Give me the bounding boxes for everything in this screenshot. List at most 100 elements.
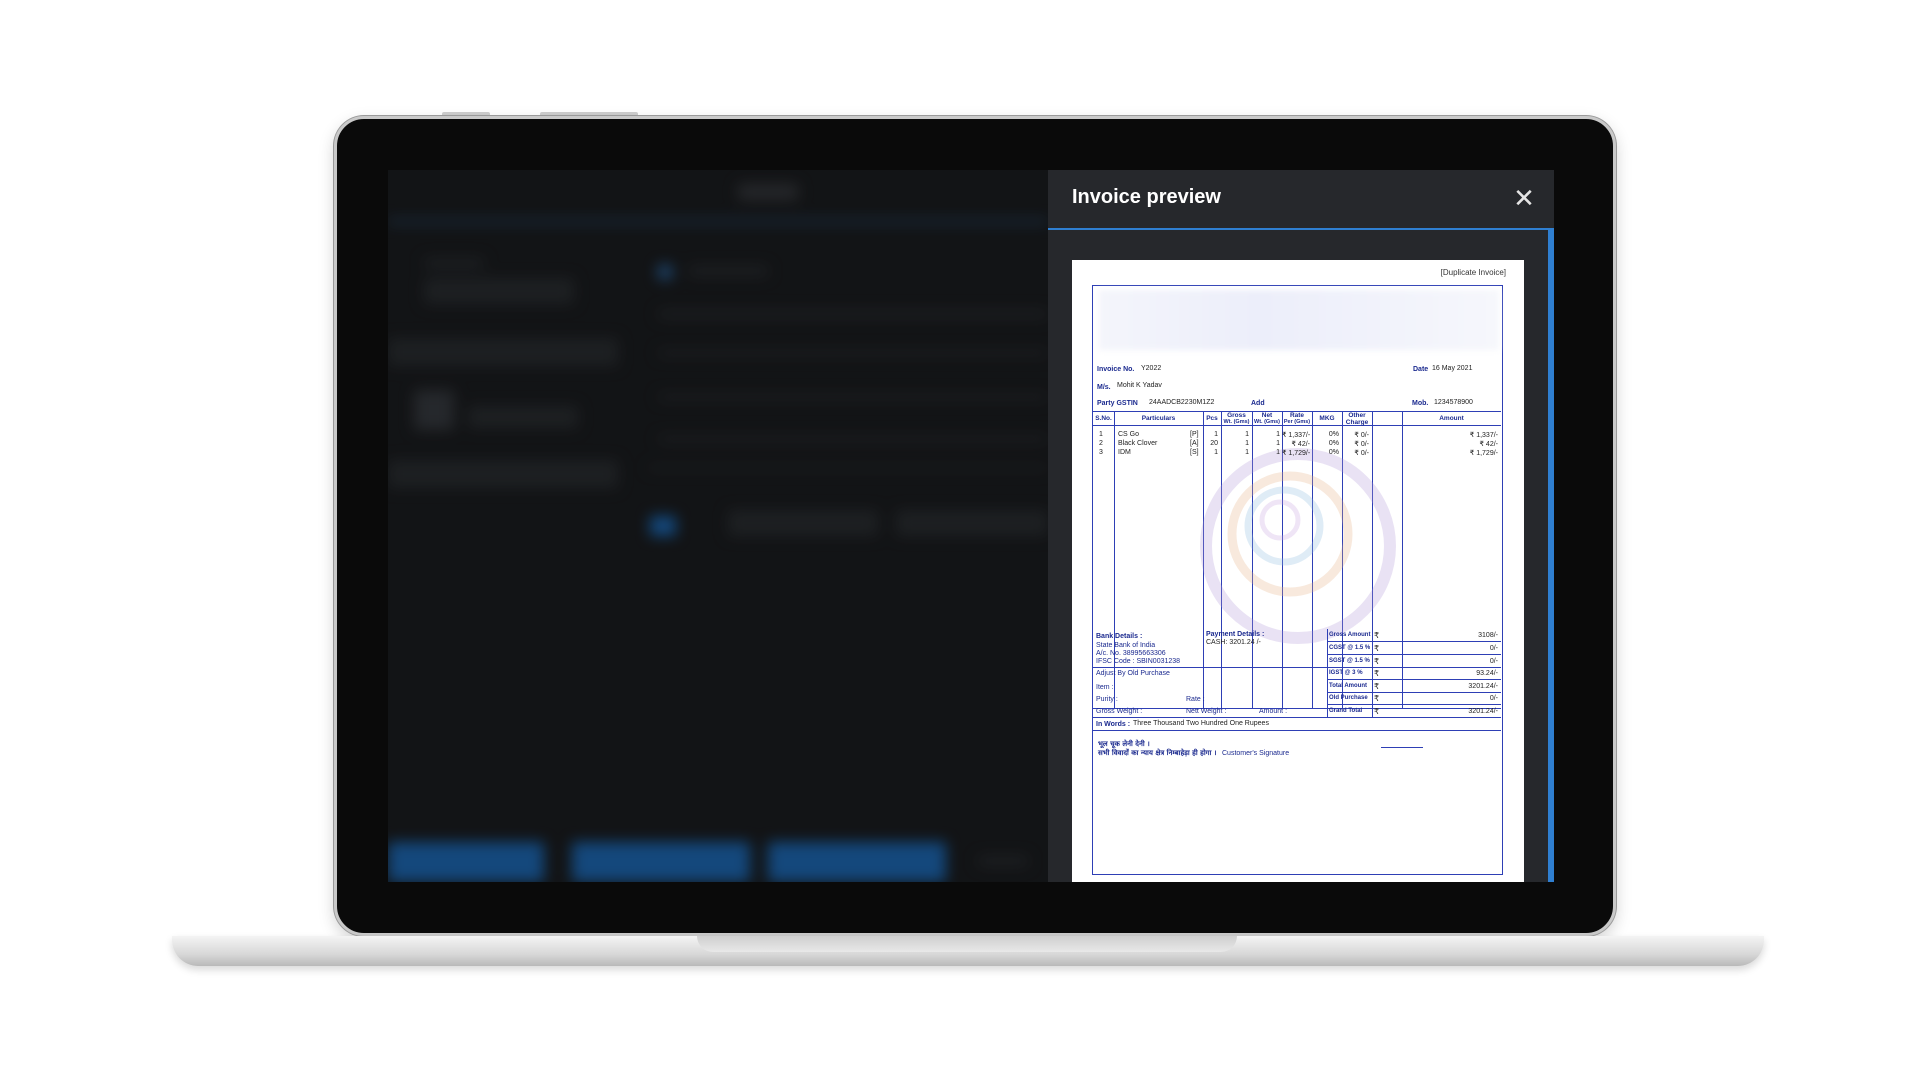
bank-heading: Bank Details : [1096,633,1143,640]
laptop-base [172,936,1764,966]
footer-rule [1093,667,1327,668]
old-purchase-gross-weight: Gross Weight : [1096,708,1143,715]
invoice-frame: Invoice No. Y2022 Date 16 May 2021 M/s. … [1092,285,1503,875]
invoice-preview-panel: Invoice preview ✕ [Duplicate Invoice] In… [1048,170,1554,882]
invoice-no: Y2022 [1141,365,1162,372]
old-purchase-item: Item : [1096,684,1114,691]
footer-rule [1327,654,1501,655]
item-pcs: 1 [1214,449,1218,456]
item-rate: ₹ 42/- [1291,441,1310,448]
hindi-line-2: सभी विवादों का न्याय क्षेत्र निम्बाहेड़ा… [1098,749,1217,757]
col-other-line2: Charge [1345,419,1369,426]
footer-rule [1327,641,1501,642]
item-net: 1 [1276,440,1280,447]
watermark-logo-icon [1200,448,1396,644]
background-app [388,170,1048,882]
blurred-company-header [1099,290,1499,350]
total-value: 93.24/- [1476,670,1498,677]
total-label: CGST @ 1.5 % [1329,645,1371,651]
date-label: Date [1413,366,1429,373]
item-other: ₹ 0/- [1354,432,1369,439]
invoice-document: [Duplicate Invoice] Invoice No. Y2022 Da… [1072,260,1524,882]
item-name: Black Clover [1118,440,1158,447]
scrollbar[interactable] [1548,230,1554,882]
duplicate-invoice-label: [Duplicate Invoice] [1440,268,1506,277]
old-purchase-purity: Purity : [1096,696,1118,703]
item-mkg: 0% [1328,449,1339,456]
col-rate: Rate Per (Gms) [1282,412,1312,426]
item-mkg: 0% [1328,431,1339,438]
total-label: SGST @ 1.5 % [1329,658,1370,664]
payment-heading: Payment Details : [1206,631,1265,638]
col-net-line2: Wt. (Gms) [1254,419,1280,425]
mob-label: Mob. [1412,400,1429,407]
total-label: Gross Amount [1329,632,1371,638]
item-sno: 1 [1099,431,1103,438]
col-pcs: Pcs [1206,415,1218,422]
old-purchase-heading: Adjust By Old Purchase [1096,670,1170,677]
item-tag: [P] [1190,431,1199,438]
invoice-date: 16 May 2021 [1432,365,1473,372]
item-amount: ₹ 1,729/- [1469,450,1498,457]
col-net: Net Wt. (Gms) [1252,412,1282,426]
in-words-label: In Words : [1096,721,1131,728]
item-gross: 1 [1245,440,1249,447]
col-gross-line1: Gross [1227,412,1246,419]
col-mkg: MKG [1319,415,1335,422]
old-purchase-nett-weight: Nett Weight : [1186,708,1227,715]
screen: Invoice preview ✕ [Duplicate Invoice] In… [388,170,1554,882]
item-rate: ₹ 1,337/- [1282,432,1311,439]
mob-value: 1234578900 [1434,399,1473,406]
footer-rule [1327,692,1501,693]
item-name: IDM [1118,449,1131,456]
item-net: 1 [1276,449,1280,456]
total-value: 0/- [1489,658,1498,665]
item-pcs: 1 [1214,431,1218,438]
signature-line [1381,747,1423,748]
item-amount: ₹ 42/- [1479,441,1498,448]
item-tag: [S] [1190,449,1199,456]
total-label: Old Purchase [1329,695,1368,701]
rupee-icon: ₹ [1374,644,1380,653]
col-amount: Amount [1439,415,1464,422]
invoice-no-label: Invoice No. [1097,366,1135,373]
total-label: IGST @ 3 % [1329,670,1363,676]
footer-rule [1327,704,1501,705]
col-rate-line1: Rate [1289,412,1305,419]
col-other: Other Charge [1342,412,1372,426]
customer-signature: Customer's Signature [1222,750,1290,757]
total-value: 0/- [1489,695,1498,702]
gstin-label: Party GSTIN [1097,400,1138,407]
rupee-icon: ₹ [1374,657,1380,666]
col-sno: S.No. [1095,415,1112,422]
laptop-notch [697,936,1237,952]
payment-line: CASH: 3201.24 /- [1206,639,1261,646]
footer-rule [1327,667,1501,668]
footer-rule [1203,629,1204,667]
total-label: Grand Total [1329,708,1363,714]
item-mkg: 0% [1328,440,1339,447]
close-icon[interactable]: ✕ [1510,184,1538,212]
item-gross: 1 [1245,431,1249,438]
item-net: 1 [1276,431,1280,438]
total-label: Total Amount [1329,683,1367,689]
old-purchase-rate: Rate : [1186,696,1205,703]
col-gross: Gross Wt. (Gms) [1221,412,1252,426]
old-purchase-amount: Amount : [1259,708,1288,715]
footer-rule [1093,717,1501,718]
bank-ifsc: IFSC Code : SBIN0031238 [1096,658,1181,665]
item-rate: ₹ 1,729/- [1282,450,1311,457]
total-value: 3108/- [1478,632,1498,639]
gstin-value: 24AADCB2230M1Z2 [1149,399,1215,406]
bank-name: State Bank of India [1096,642,1156,649]
rupee-icon: ₹ [1374,707,1380,716]
rupee-icon: ₹ [1374,682,1380,691]
item-tag: [A] [1190,440,1199,447]
footer-rule [1093,730,1501,731]
panel-header: Invoice preview ✕ [1048,170,1554,230]
footer-rule [1327,679,1501,680]
item-name: CS Go [1118,431,1140,438]
item-sno: 2 [1099,440,1103,447]
hindi-line-1: भूल चूक लेनी देनी । [1098,740,1150,748]
item-other: ₹ 0/- [1354,450,1369,457]
